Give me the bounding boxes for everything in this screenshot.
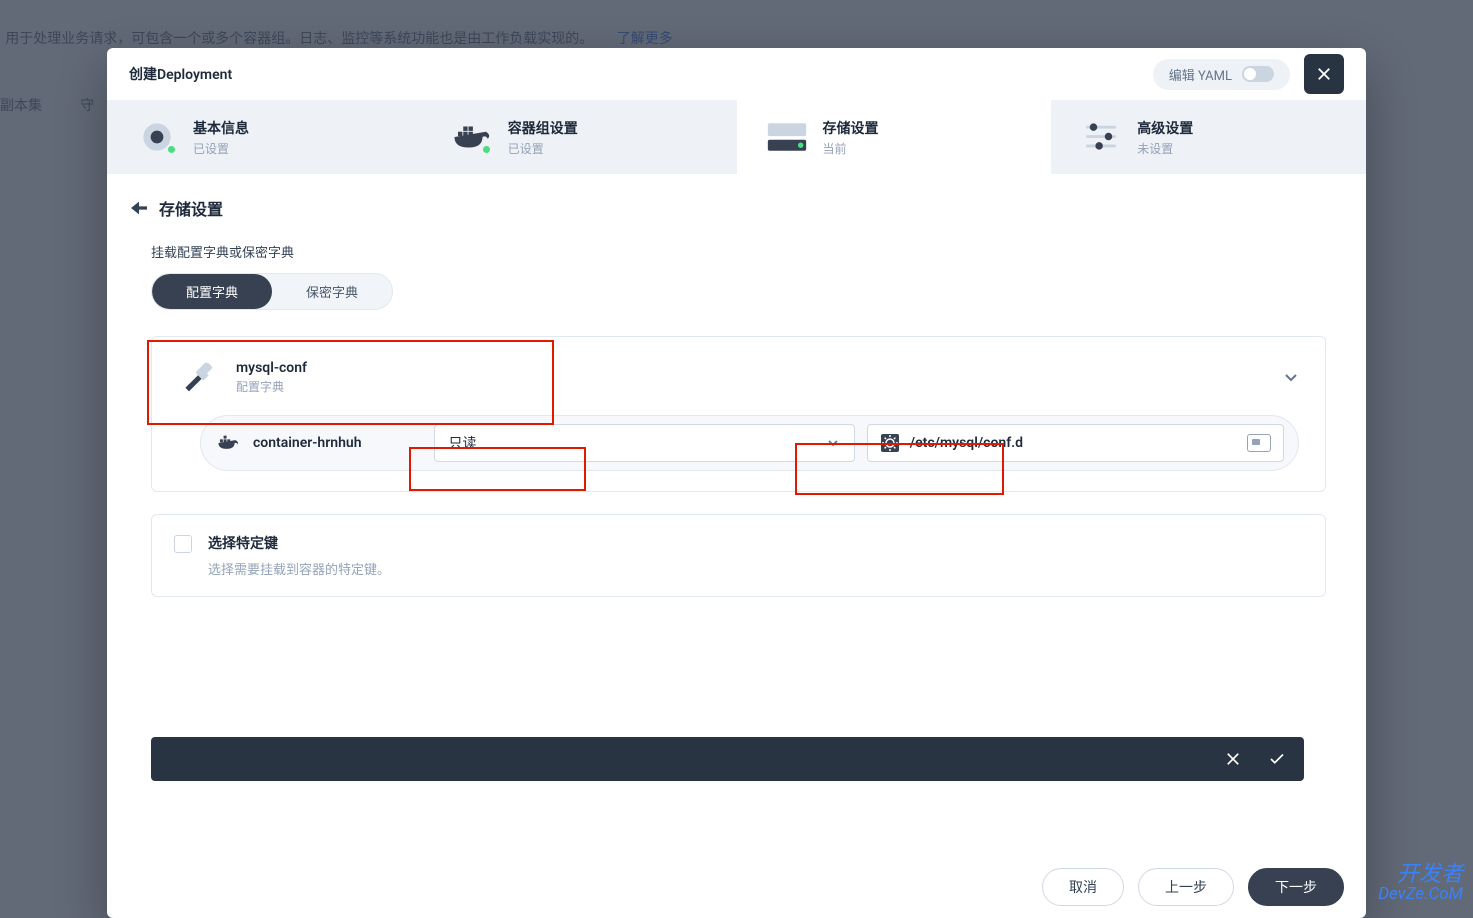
- mount-label: 挂载配置字典或保密字典: [151, 242, 1326, 261]
- next-button[interactable]: 下一步: [1248, 868, 1344, 906]
- docker-icon: [450, 115, 494, 159]
- configmap-selector[interactable]: mysql-conf 配置字典: [178, 357, 1299, 397]
- discard-icon-button[interactable]: [1224, 750, 1242, 768]
- modal-footer: 取消 上一步 下一步: [107, 856, 1366, 918]
- secret-tab[interactable]: 保密字典: [272, 274, 392, 309]
- sliders-icon: [1079, 115, 1123, 159]
- storage-icon: [765, 115, 809, 159]
- select-keys-desc: 选择需要挂载到容器的特定键。: [208, 559, 390, 578]
- done-dot-icon: [481, 144, 492, 155]
- hammer-icon: [178, 357, 218, 397]
- subpath-icon[interactable]: [1247, 434, 1271, 452]
- mount-path-input[interactable]: /etc/mysql/conf.d: [910, 435, 1229, 451]
- docker-small-icon: [215, 433, 241, 453]
- specific-keys-card: 选择特定键 选择需要挂载到容器的特定键。: [151, 514, 1326, 597]
- create-deployment-modal: 创建Deployment 编辑 YAML 基本信息 已设置: [107, 48, 1366, 918]
- configmap-name: mysql-conf: [236, 360, 307, 376]
- back-arrow-icon: [129, 200, 149, 216]
- select-keys-checkbox[interactable]: [174, 535, 192, 553]
- configmap-tab[interactable]: 配置字典: [152, 274, 272, 309]
- wizard-steps: 基本信息 已设置 容器组设置 已设置: [107, 100, 1366, 174]
- chevron-down-icon: [1283, 369, 1299, 385]
- toggle-switch-icon: [1242, 66, 1274, 82]
- mount-mode-select[interactable]: 只读: [434, 424, 855, 462]
- prev-button[interactable]: 上一步: [1138, 868, 1234, 906]
- basic-info-icon: [135, 115, 179, 159]
- step-basic-info[interactable]: 基本信息 已设置: [107, 100, 422, 174]
- modal-body: 存储设置 挂载配置字典或保密字典 配置字典 保密字典 mysql-conf 配置…: [107, 174, 1366, 856]
- select-keys-title: 选择特定键: [208, 533, 390, 553]
- confirm-icon-button[interactable]: [1268, 750, 1286, 768]
- close-button[interactable]: [1304, 54, 1344, 94]
- dictionary-type-segment: 配置字典 保密字典: [151, 273, 393, 310]
- chevron-down-icon: [826, 436, 840, 450]
- configmap-type-label: 配置字典: [236, 378, 307, 395]
- step-storage-settings[interactable]: 存储设置 当前: [737, 100, 1052, 174]
- inline-action-bar: [151, 737, 1304, 781]
- mount-path-input-wrapper: /etc/mysql/conf.d: [867, 424, 1284, 462]
- section-title: 存储设置: [159, 196, 223, 220]
- gear-icon: [880, 433, 900, 453]
- configmap-card: mysql-conf 配置字典 container-hrnhuh 只读: [151, 336, 1326, 492]
- section-header: 存储设置: [129, 196, 1326, 220]
- step-pod-settings[interactable]: 容器组设置 已设置: [422, 100, 737, 174]
- step-advanced-settings[interactable]: 高级设置 未设置: [1051, 100, 1366, 174]
- edit-yaml-toggle[interactable]: 编辑 YAML: [1153, 59, 1290, 90]
- container-mount-row: container-hrnhuh 只读 /etc/mysql/conf.d: [200, 415, 1299, 471]
- close-icon: [1315, 65, 1333, 83]
- modal-header: 创建Deployment 编辑 YAML: [107, 48, 1366, 100]
- edit-yaml-label: 编辑 YAML: [1169, 65, 1232, 84]
- modal-title: 创建Deployment: [129, 64, 232, 84]
- container-name: container-hrnhuh: [253, 435, 362, 451]
- done-dot-icon: [166, 144, 177, 155]
- mount-mode-value: 只读: [449, 433, 477, 453]
- cancel-button[interactable]: 取消: [1042, 868, 1124, 906]
